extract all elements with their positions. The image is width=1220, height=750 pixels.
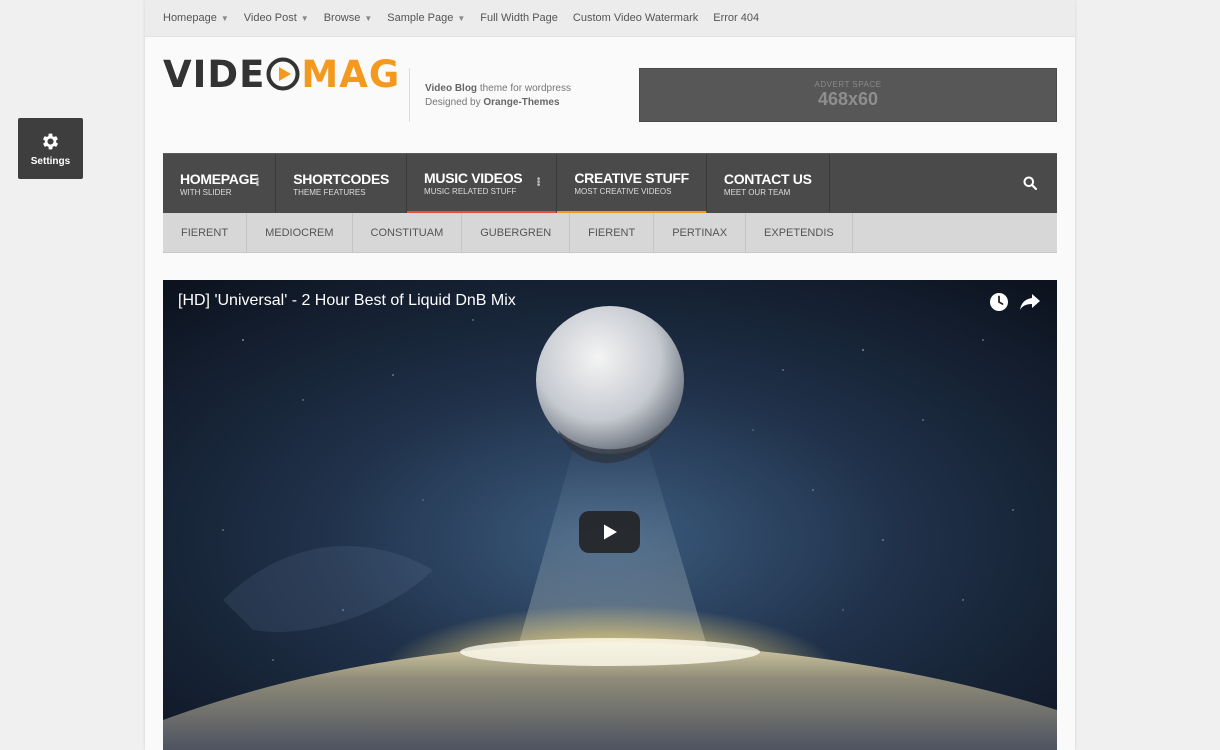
subnav-item[interactable]: CONSTITUAM (353, 213, 463, 253)
top-menu-item-video-post[interactable]: Video Post ▼ (244, 12, 309, 24)
nav-item-music-videos[interactable]: MUSIC VIDEOS MUSIC RELATED STUFF • • • (407, 154, 558, 214)
top-menu-label: Custom Video Watermark (572, 12, 699, 24)
chevron-down-icon: ▼ (220, 13, 229, 23)
nav-subtitle: THEME FEATURES (293, 188, 366, 197)
tagline-text: theme for wordpress (477, 83, 571, 94)
sub-navigation: FIERENT MEDIOCREM CONSTITUAM GUBERGREN F… (163, 213, 1057, 253)
share-button[interactable] (1019, 293, 1041, 316)
chevron-down-icon: ▼ (364, 13, 373, 23)
nav-subtitle: WITH SLIDER (180, 188, 232, 197)
top-menu-item-error-404[interactable]: Error 404 (713, 12, 759, 24)
advert-size: 468x60 (817, 89, 879, 109)
tagline-prefix: Designed by (425, 97, 484, 108)
top-menu-item-full-width-page[interactable]: Full Width Page (480, 12, 558, 24)
top-menu-label: Browse (323, 12, 361, 24)
top-menu-label: Homepage (163, 12, 217, 24)
logo-text-part2: MAG (301, 52, 401, 96)
chevron-down-icon: ▼ (457, 13, 466, 23)
subnav-item[interactable]: GUBERGREN (462, 213, 571, 253)
nav-title: CREATIVE STUFF (574, 169, 689, 186)
top-menu-item-browse[interactable]: Browse ▼ (324, 12, 373, 24)
nav-subtitle: MOST CREATIVE VIDEOS (574, 186, 672, 196)
advert-label: ADVERT SPACE (814, 80, 882, 89)
more-vertical-icon: • • • (255, 174, 260, 191)
subnav-item[interactable]: MEDIOCREM (247, 213, 353, 253)
video-title[interactable]: [HD] 'Universal' - 2 Hour Best of Liquid… (178, 292, 516, 310)
header-divider (409, 68, 410, 122)
chevron-down-icon: ▼ (300, 13, 309, 23)
site-tagline: Video Blog theme for wordpress Designed … (425, 82, 571, 110)
top-menu-label: Full Width Page (480, 12, 558, 24)
nav-title: MUSIC VIDEOS (424, 169, 523, 186)
page-container: Homepage ▼ Video Post ▼ Browse ▼ Sample Pag… (145, 0, 1075, 750)
top-menu-item-custom-video-watermark[interactable]: Custom Video Watermark (573, 12, 698, 24)
tagline-bold: Video Blog (425, 83, 478, 94)
logo-text-part1: VIDE (163, 52, 266, 96)
subnav-item[interactable]: FIERENT (163, 213, 248, 253)
subnav-item[interactable]: PERTINAX (654, 213, 747, 253)
nav-subtitle: MUSIC RELATED STUFF (424, 186, 517, 196)
tagline-author: Orange-Themes (483, 97, 560, 108)
play-button[interactable] (579, 511, 640, 553)
advert-banner[interactable]: ADVERT SPACE 468x60 (639, 68, 1057, 122)
nav-subtitle: MEET OUR TEAM (723, 188, 791, 197)
gear-icon (42, 133, 59, 149)
video-player[interactable]: [HD] 'Universal' - 2 Hour Best of Liquid… (163, 280, 1057, 750)
watch-later-button[interactable] (989, 292, 1009, 317)
nav-title: SHORTCODES (293, 171, 390, 187)
subnav-item[interactable]: EXPETENDIS (746, 213, 853, 253)
nav-item-contact-us[interactable]: CONTACT US MEET OUR TEAM (707, 154, 830, 214)
nav-title: HOMEPAGE (180, 171, 259, 187)
top-menu-label: Error 404 (713, 12, 760, 24)
nav-item-homepage[interactable]: HOMEPAGE WITH SLIDER • • • (163, 154, 277, 214)
nav-title: CONTACT US (723, 171, 812, 187)
nav-item-creative-stuff[interactable]: CREATIVE STUFF MOST CREATIVE VIDEOS (557, 154, 707, 214)
nav-item-shortcodes[interactable]: SHORTCODES THEME FEATURES (276, 154, 408, 214)
search-button[interactable] (1023, 176, 1038, 195)
main-navigation: HOMEPAGE WITH SLIDER • • • SHORTCODES THEM… (163, 153, 1057, 214)
top-menu: Homepage ▼ Video Post ▼ Browse ▼ Sample Pag… (145, 0, 1075, 37)
search-icon (1023, 176, 1038, 191)
share-icon (1020, 294, 1040, 310)
top-menu-item-sample-page[interactable]: Sample Page ▼ (387, 12, 465, 24)
play-icon (603, 524, 617, 540)
settings-label: Settings (30, 155, 71, 167)
settings-button[interactable]: Settings (18, 118, 83, 179)
clock-icon (990, 293, 1008, 311)
more-vertical-icon: • • • (536, 174, 541, 191)
top-menu-label: Sample Page (387, 12, 454, 24)
top-menu-item-homepage[interactable]: Homepage ▼ (163, 12, 229, 24)
subnav-item[interactable]: FIERENT (570, 213, 655, 253)
site-logo[interactable]: VIDE MAG (163, 52, 400, 96)
top-menu-label: Video Post (243, 12, 297, 24)
play-circle-icon (266, 57, 300, 91)
